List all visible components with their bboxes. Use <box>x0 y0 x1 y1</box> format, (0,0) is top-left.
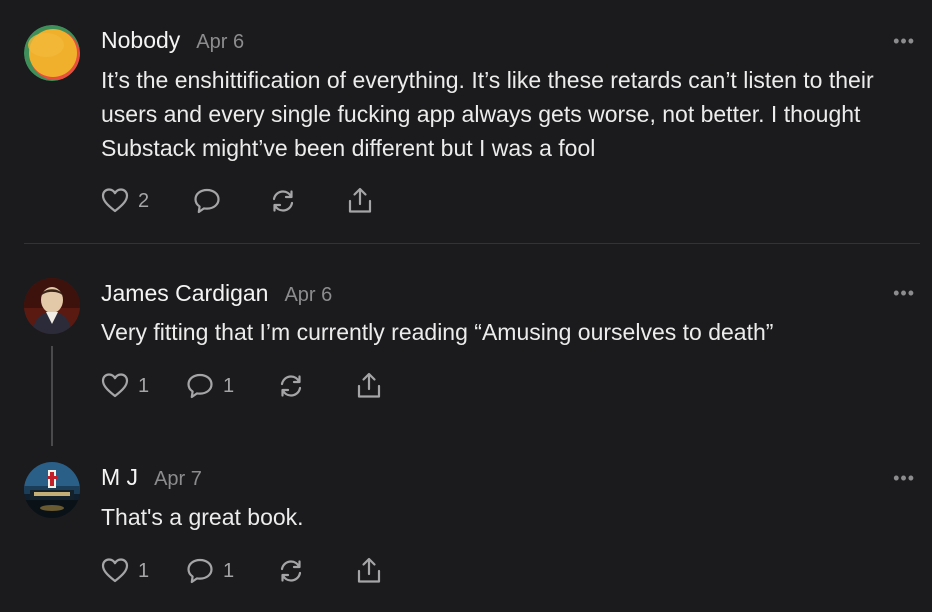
comment-thread: Nobody Apr 6 ••• It’s the enshittificati… <box>0 0 932 612</box>
heart-icon <box>100 186 130 216</box>
comment-text: That's a great book. <box>101 504 304 530</box>
like-count: 1 <box>138 559 150 582</box>
thread-line <box>51 346 53 446</box>
author-name[interactable]: Nobody <box>101 27 180 54</box>
restack-button[interactable] <box>276 556 306 586</box>
share-button[interactable] <box>354 556 384 586</box>
restack-button[interactable] <box>268 186 298 216</box>
author-name[interactable]: M J <box>101 464 138 491</box>
share-icon <box>354 556 384 586</box>
speech-bubble-icon <box>192 186 222 216</box>
more-options-icon[interactable]: ••• <box>893 469 915 487</box>
reply-button[interactable]: 1 <box>185 371 234 401</box>
like-button[interactable]: 1 <box>100 556 149 586</box>
author-name[interactable]: James Cardigan <box>101 280 268 307</box>
avatar[interactable] <box>24 278 80 334</box>
divider <box>24 243 920 244</box>
reply-button[interactable]: 1 <box>185 556 234 586</box>
speech-bubble-icon <box>185 371 215 401</box>
reply-count: 1 <box>223 559 235 582</box>
like-count: 2 <box>138 189 150 212</box>
avatar[interactable] <box>24 25 80 81</box>
share-button[interactable] <box>345 186 375 216</box>
comment-text: It’s the enshittification of everything.… <box>101 67 874 161</box>
speech-bubble-icon <box>185 556 215 586</box>
heart-icon <box>100 371 130 401</box>
comment-text: Very fitting that I’m currently reading … <box>101 319 774 345</box>
restack-icon <box>268 186 298 216</box>
like-button[interactable]: 1 <box>100 371 149 401</box>
more-options-icon[interactable]: ••• <box>893 284 915 302</box>
like-count: 1 <box>138 374 150 397</box>
reply-count: 1 <box>223 374 235 397</box>
comment-date[interactable]: Apr 7 <box>154 468 202 491</box>
restack-button[interactable] <box>276 371 306 401</box>
share-button[interactable] <box>354 371 384 401</box>
heart-icon <box>100 556 130 586</box>
share-icon <box>354 371 384 401</box>
restack-icon <box>276 371 306 401</box>
like-button[interactable]: 2 <box>100 186 149 216</box>
restack-icon <box>276 556 306 586</box>
share-icon <box>345 186 375 216</box>
avatar[interactable] <box>24 462 80 518</box>
comment-date[interactable]: Apr 6 <box>284 284 332 307</box>
reply-button[interactable] <box>192 186 230 216</box>
more-options-icon[interactable]: ••• <box>893 32 915 50</box>
comment-date[interactable]: Apr 6 <box>196 31 244 54</box>
